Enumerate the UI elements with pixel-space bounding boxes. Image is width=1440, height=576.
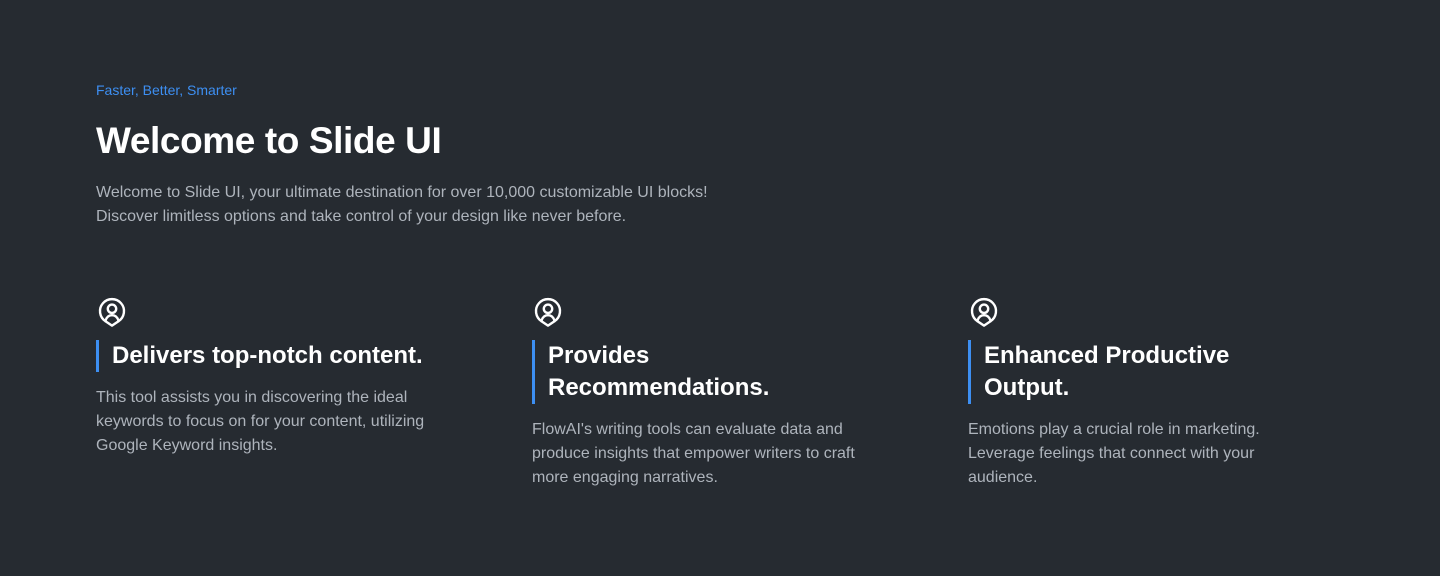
feature-description: FlowAI's writing tools can evaluate data… — [532, 421, 855, 486]
feature-card-recommendations: Provides Recommendations. FlowAI's writi… — [532, 296, 872, 490]
feature-description: Emotions play a crucial role in marketin… — [968, 421, 1260, 486]
section-eyebrow: Faster, Better, Smarter — [96, 82, 237, 98]
feature-description: This tool assists you in discovering the… — [96, 389, 425, 454]
features-grid: Delivers top-notch content. This tool as… — [96, 296, 1308, 490]
feature-title: Provides Recommendations. — [532, 340, 872, 404]
feature-card-productivity: Enhanced Productive Output. Emotions pla… — [968, 296, 1308, 490]
feature-card-content: Delivers top-notch content. This tool as… — [96, 296, 436, 490]
feature-title: Delivers top-notch content. — [96, 340, 436, 372]
section-title: Welcome to Slide UI — [96, 120, 442, 161]
user-circle-icon — [98, 297, 126, 327]
user-circle-icon — [970, 297, 998, 327]
feature-title: Enhanced Productive Output. — [968, 340, 1308, 404]
section-description: Welcome to Slide UI, your ultimate desti… — [96, 184, 708, 225]
user-circle-icon — [534, 297, 562, 327]
features-section: Faster, Better, Smarter Welcome to Slide… — [0, 0, 1440, 576]
